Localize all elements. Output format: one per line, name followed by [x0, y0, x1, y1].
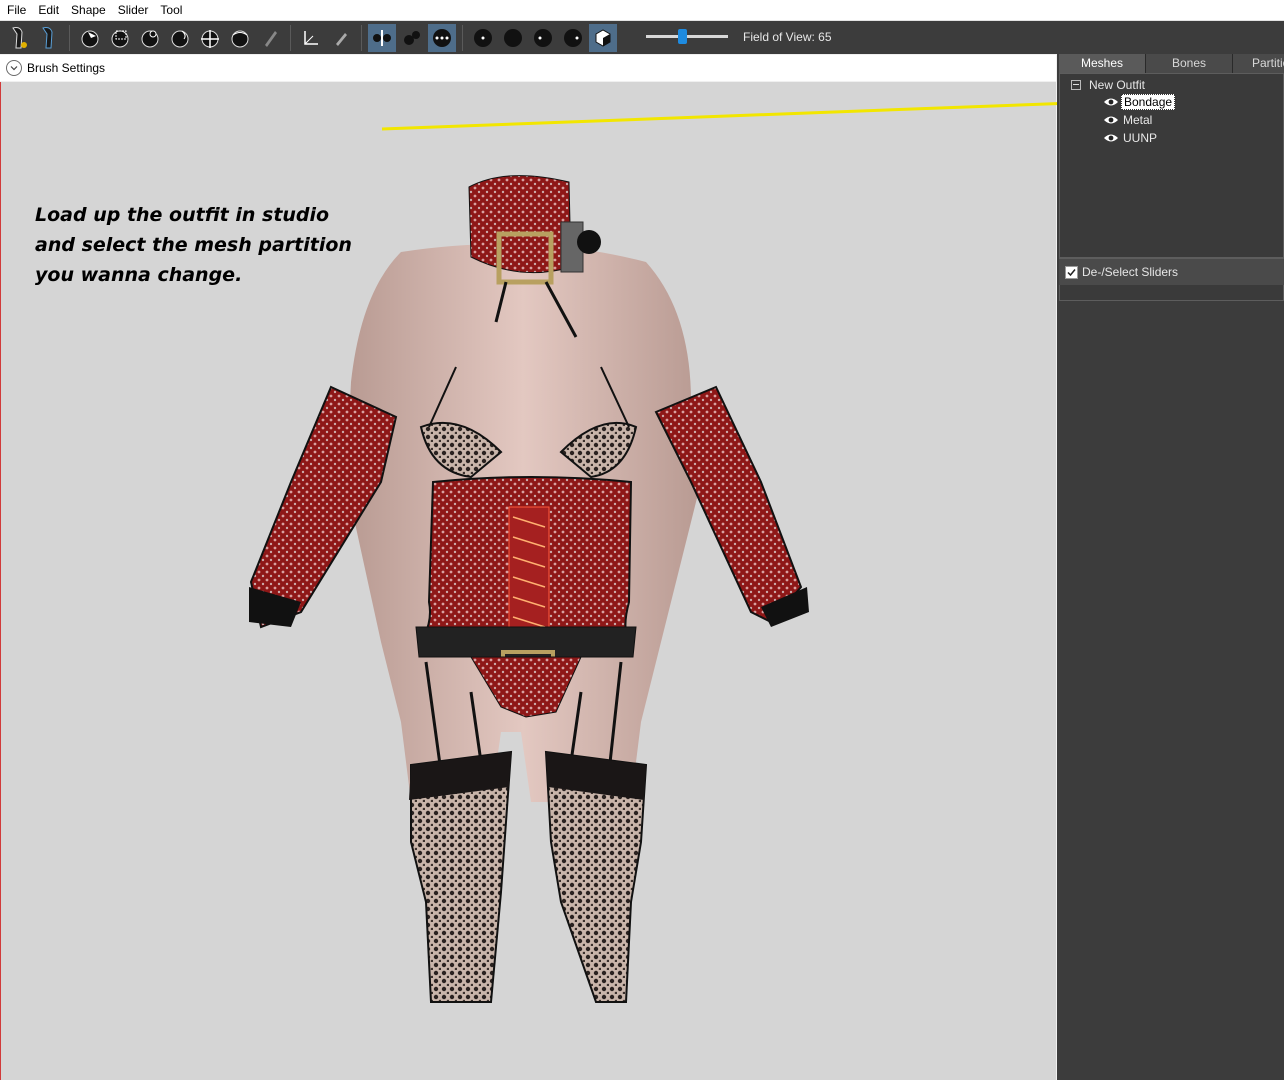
mask-icon[interactable] [106, 24, 134, 52]
fov-label: Field of View: 65 [743, 30, 832, 44]
tree-item-label: Metal [1123, 113, 1153, 127]
tree-root-label: New Outfit [1089, 78, 1146, 92]
menu-bar: File Edit Shape Slider Tool [0, 0, 1284, 21]
connected-icon[interactable] [398, 24, 426, 52]
panel-tabs: Meshes Bones Partitions [1059, 54, 1284, 73]
eye-icon[interactable] [1103, 97, 1119, 107]
menu-slider[interactable]: Slider [111, 0, 154, 20]
brush-settings-label: Brush Settings [27, 61, 106, 75]
pen-icon[interactable] [327, 24, 355, 52]
smooth-icon[interactable] [226, 24, 254, 52]
deflate-icon[interactable] [166, 24, 194, 52]
tab-meshes[interactable]: Meshes [1059, 54, 1146, 73]
collapse-icon[interactable] [1071, 80, 1081, 90]
tree-item-bondage[interactable]: Bondage [1103, 94, 1176, 110]
menu-tool[interactable]: Tool [153, 0, 187, 20]
sliders-header-label: De-/Select Sliders [1082, 265, 1179, 279]
chevron-down-icon[interactable] [6, 60, 22, 76]
fov-slider-thumb[interactable] [678, 29, 687, 44]
eye-icon[interactable] [1103, 115, 1119, 125]
select-sliders-checkbox[interactable] [1065, 265, 1078, 279]
tree-item-metal[interactable]: Metal [1103, 112, 1154, 128]
select-icon[interactable] [76, 24, 104, 52]
ref-icon[interactable] [35, 24, 63, 52]
fov-slider-track[interactable] [646, 35, 728, 38]
eye-icon[interactable] [1103, 133, 1119, 143]
tree-item-label: UUNP [1123, 131, 1158, 145]
tab-partitions[interactable]: Partitions [1233, 54, 1284, 73]
toolbar [0, 21, 1284, 54]
right-panel: Meshes Bones Partitions New Outfit Bonda… [1057, 54, 1284, 1080]
tutorial-annotation: Load up the outfit in studio and select … [35, 200, 415, 290]
tree-root[interactable]: New Outfit [1071, 78, 1145, 92]
menu-edit[interactable]: Edit [31, 0, 64, 20]
tree-item-uunp[interactable]: UUNP [1103, 130, 1159, 146]
tree-item-label: Bondage [1121, 94, 1176, 110]
undiff-icon[interactable] [256, 24, 284, 52]
sliders-header: De-/Select Sliders [1059, 257, 1284, 285]
mask-view-icon[interactable] [529, 24, 557, 52]
outfit-icon[interactable] [5, 24, 33, 52]
wire-icon[interactable] [469, 24, 497, 52]
tab-bones[interactable]: Bones [1146, 54, 1233, 73]
transform-icon[interactable] [297, 24, 325, 52]
viewport-3d[interactable]: Load up the outfit in studio and select … [0, 82, 1056, 1080]
annotation-line-3: you wanna change. [35, 264, 243, 286]
global-icon[interactable] [428, 23, 456, 52]
annotation-line-2: and select the mesh partition [35, 234, 352, 256]
move-icon[interactable] [196, 24, 224, 52]
texture-icon[interactable] [589, 23, 617, 52]
weight-icon[interactable] [559, 24, 587, 52]
shade-icon[interactable] [499, 24, 527, 52]
x-mirror-icon[interactable] [368, 23, 396, 52]
brush-settings-bar[interactable]: Brush Settings [0, 55, 1056, 81]
inflate-icon[interactable] [136, 24, 164, 52]
menu-file[interactable]: File [0, 0, 31, 20]
menu-shape[interactable]: Shape [64, 0, 111, 20]
annotation-line-1: Load up the outfit in studio [35, 204, 330, 226]
